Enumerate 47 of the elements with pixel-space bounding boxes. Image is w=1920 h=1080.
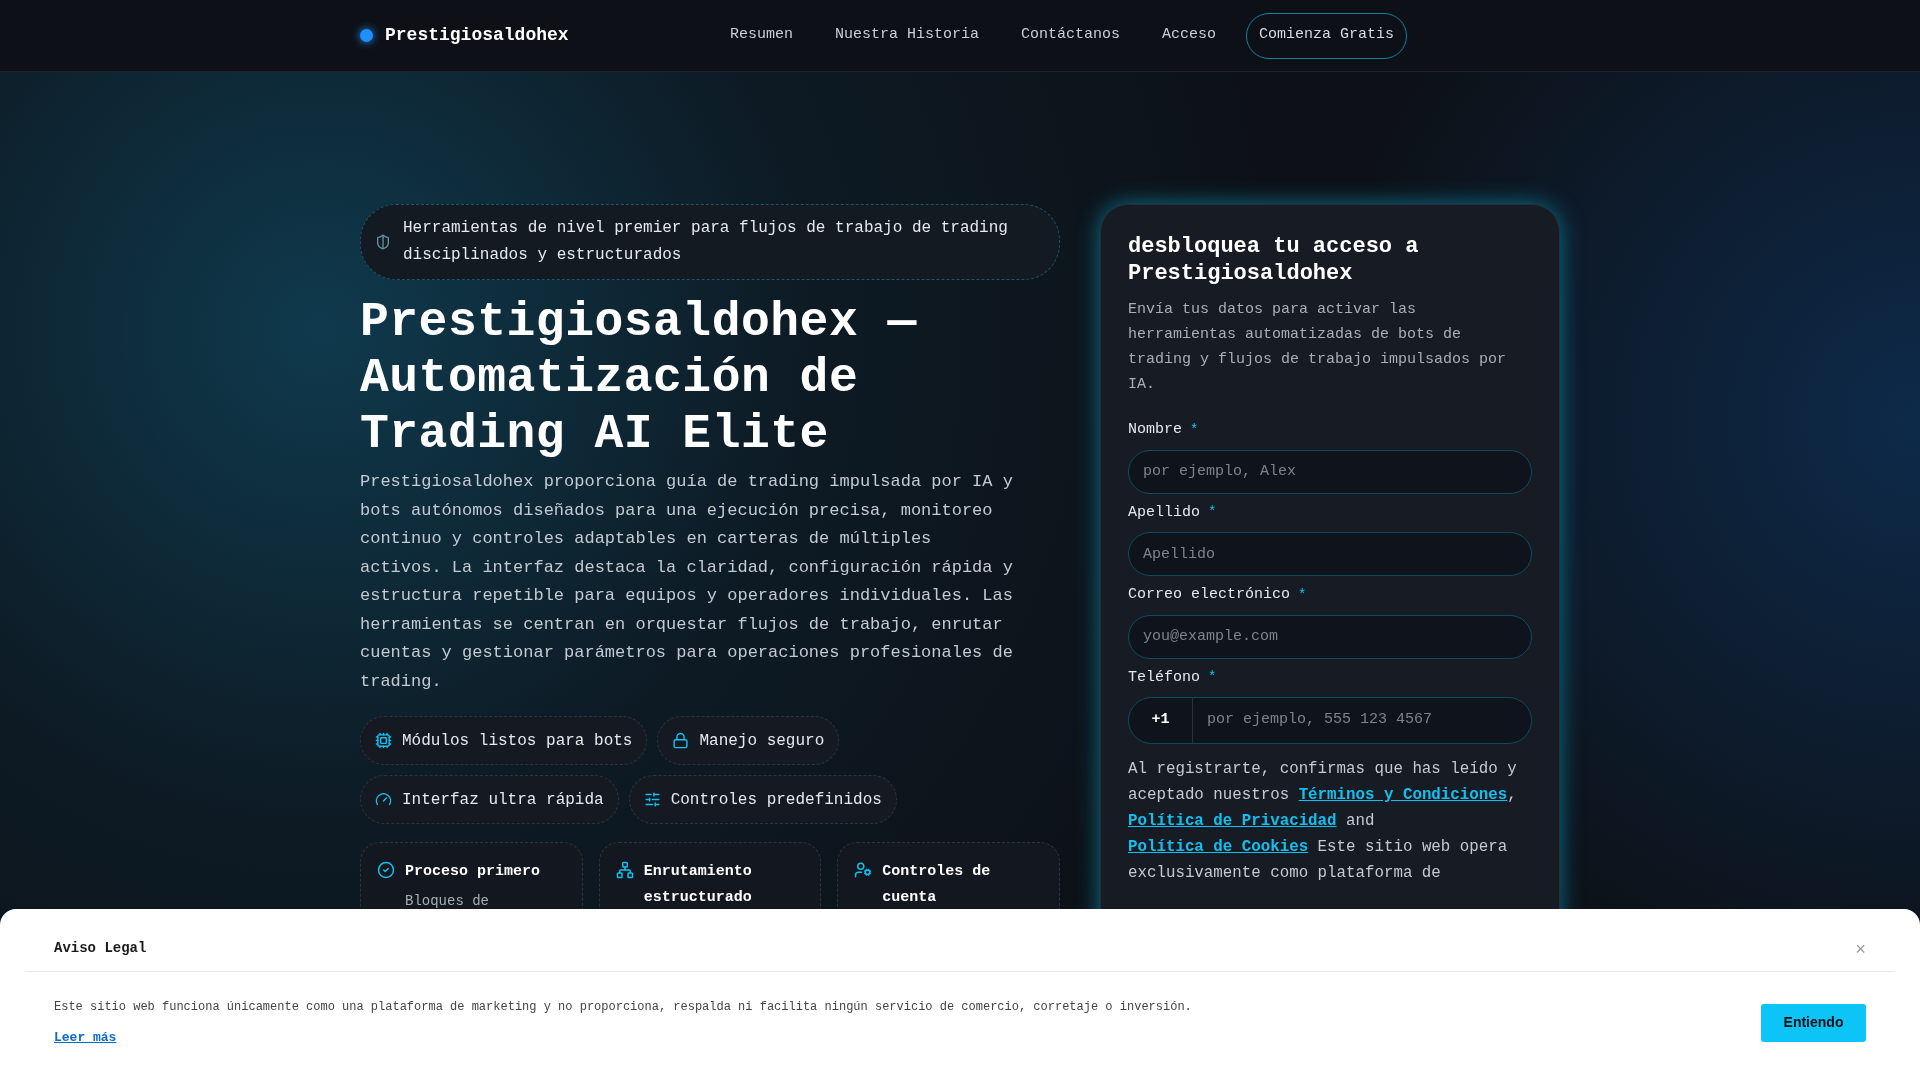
country-code[interactable]: +1 [1129,698,1193,743]
gauge-icon [375,791,392,808]
feature-chip: Interfaz ultra rápida [360,775,619,824]
field-label: Correo electrónico [1128,585,1291,605]
feature-chip: Módulos listos para bots [360,716,648,765]
card-title: Enrutamiento estructurado [643,862,753,908]
hero-description: Prestigiosaldohex proporciona guía de trading impulsada por IA y bots autónomos diseñados para una ejecución precisa, monitoreo continuo y controles adaptables en carteras de múltiples activos. La interfaz destaca la claridad, configuración rápida y estructura repetible para equipos y operadores individuales. Las herramientas se centran en orquestar flujos de trabajo, enrutar cuentas y gestionar parámetros para operaciones profesionales de trading. [360,471,1014,693]
policy-link[interactable]: Política de Privacidad [1128,812,1337,830]
phone-field[interactable]: +1 por ejemplo, 555 123 4567 [1128,697,1532,744]
required-mark: * [1208,668,1217,688]
nav-link[interactable]: Acceso [1162,24,1217,47]
text-field[interactable]: Apellido [1128,532,1532,576]
lock-icon [672,732,690,749]
user-icon [854,861,873,879]
nav-link[interactable]: Contáctanos [1021,24,1121,47]
shield-icon [375,234,391,250]
text-field[interactable]: you@example.com [1128,614,1532,659]
accept-button[interactable]: Entiendo [1761,1003,1866,1042]
nav-link[interactable]: Nuestra Historia [835,24,980,47]
logo-text: Prestigiosaldohex [385,24,569,47]
legal-notice: Al registrarte, confirmas que has leído y aceptado nuestros Términos y Condiciones, Política de Privacidad and Política de Cookies Este sitio web opera exclusivamente como plataforma de [1128,759,1518,884]
sliders-icon [643,791,661,808]
chip-icon [375,732,392,749]
read-more-link[interactable]: Leer más [54,1028,117,1048]
policy-link[interactable]: Política de Cookies [1128,838,1309,856]
required-mark: * [1208,503,1217,523]
field-label: Apellido [1128,502,1200,523]
feature-chip: Controles predefinidos [628,775,897,824]
field-label: Nombre [1128,420,1182,440]
required-mark: * [1190,420,1199,440]
feature-chip: Manejo seguro [657,716,840,765]
banner-text: Este sitio web funciona únicamente como una plataforma de marketing y no proporciona, respalda ni facilita ningún servicio de comercio, corretaje o inversión. [54,999,1192,1016]
form-subtitle: Envía tus datos para activar las herramientas automatizadas de bots de trading y flujos de trabajo impulsados por IA. [1128,300,1508,395]
policy-link[interactable]: Términos y Condiciones [1298,786,1508,804]
tagline-pill: Herramientas de nivel premier para flujos de trabajo de trading disciplinados y estructurados [360,204,1060,280]
hero-heading: Prestigiosaldohex — Automatización de Trading AI Elite [360,294,918,462]
network-icon [615,861,634,879]
card-title: Proceso primero [405,862,541,882]
field-label: Teléfono [1128,667,1200,688]
form-heading: desbloquea tu acceso a Prestigiosaldohex [1128,233,1420,287]
text-field[interactable]: por ejemplo, Alex [1128,449,1532,494]
required-mark: * [1298,585,1307,605]
card-title: Controles de cuenta [882,862,992,908]
card-text: Bloques de [405,892,490,911]
nav-link[interactable]: Resumen [730,24,793,47]
banner-title: Aviso Legal [54,939,147,958]
check-circle-icon [377,861,395,879]
